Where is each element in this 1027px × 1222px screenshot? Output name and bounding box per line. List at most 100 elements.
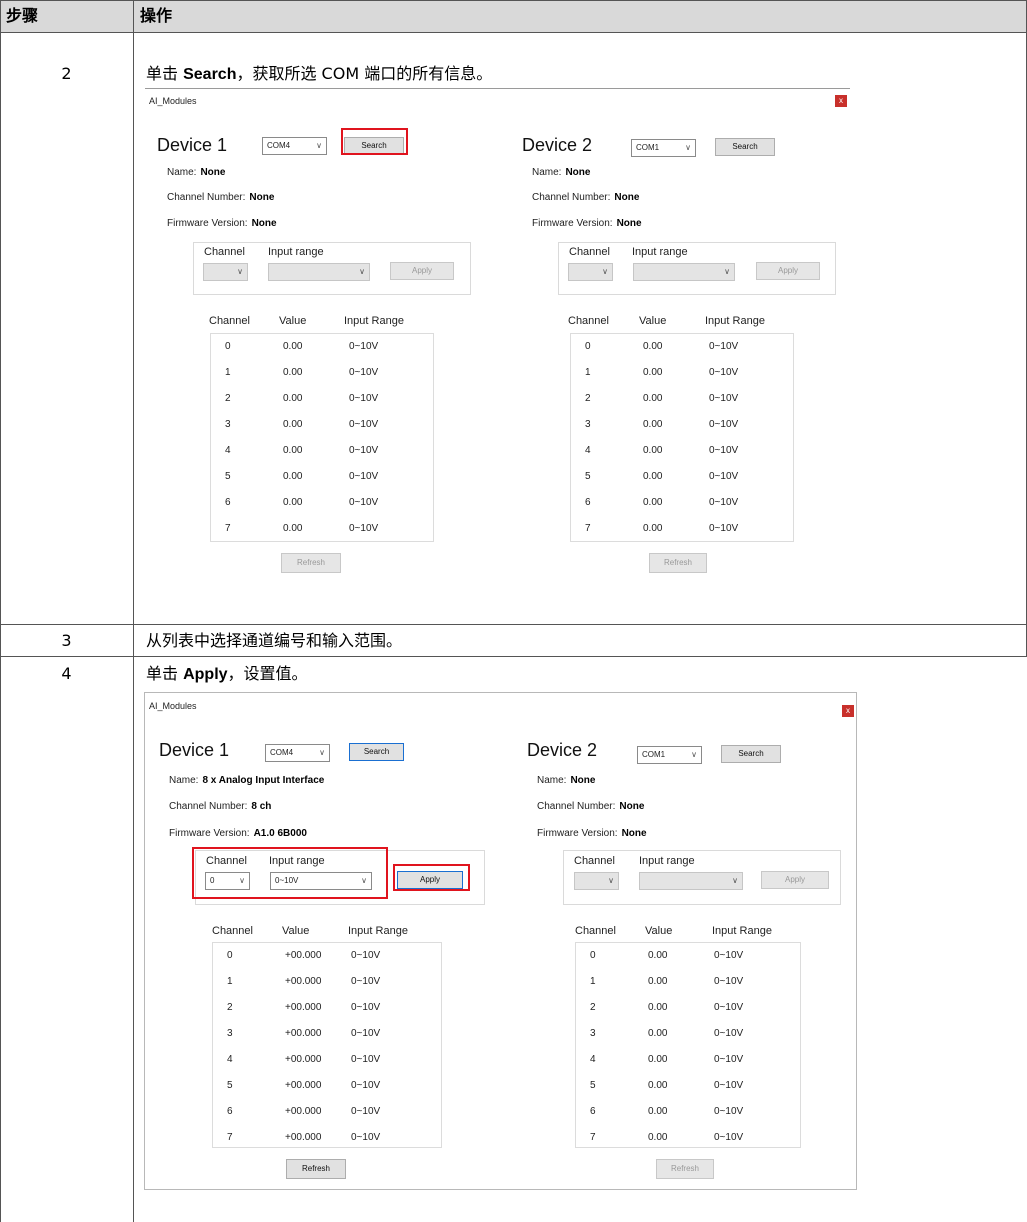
- row-value: 0.00: [643, 445, 663, 456]
- row-input-range: 0~10V: [714, 976, 744, 987]
- row-value: 0.00: [648, 1106, 668, 1117]
- column-header-value: Value: [279, 315, 307, 327]
- channel-label: Channel: [204, 246, 245, 258]
- row-input-range: 0~10V: [349, 523, 379, 534]
- name-value: 8 x Analog Input Interface: [202, 775, 325, 786]
- refresh-button[interactable]: Refresh: [649, 553, 707, 573]
- chevron-down-icon: ∨: [691, 750, 697, 759]
- input-range-select[interactable]: ∨: [633, 263, 735, 281]
- device-name-row: Name: None: [537, 775, 595, 786]
- channel-list[interactable]: 0 0.00 0~10V 1 0.00 0~10V 2 0.00 0~10V 3 0.00 0~10V…: [575, 942, 801, 1148]
- row-value: 0.00: [283, 445, 303, 456]
- row-channel: 0: [227, 950, 233, 961]
- channel-select[interactable]: ∨: [203, 263, 248, 281]
- firmware-value: None: [616, 218, 642, 229]
- column-header-input-range: Input Range: [344, 315, 404, 327]
- row-input-range: 0~10V: [714, 1080, 744, 1091]
- com-port-select[interactable]: COM4 ∨: [265, 744, 330, 762]
- firmware-row: Firmware Version: A1.0 6B000: [169, 828, 307, 839]
- row-value: 0.00: [643, 471, 663, 482]
- input-range-select[interactable]: ∨: [268, 263, 370, 281]
- row-value: 0.00: [283, 393, 303, 404]
- table-divider: [0, 624, 1027, 625]
- row-value: +00.000: [285, 1132, 322, 1143]
- com-port-select[interactable]: COM1 ∨: [631, 139, 696, 157]
- row-input-range: 0~10V: [714, 1054, 744, 1065]
- name-label: Name:: [537, 775, 567, 786]
- column-header-input-range: Input Range: [712, 925, 772, 937]
- row-input-range: 0~10V: [349, 367, 379, 378]
- column-header-channel: Channel: [209, 315, 250, 327]
- column-header-value: Value: [645, 925, 673, 937]
- row-input-range: 0~10V: [714, 1132, 744, 1143]
- apply-button[interactable]: Apply: [761, 871, 829, 889]
- apply-button[interactable]: Apply: [390, 262, 454, 280]
- row-input-range: 0~10V: [709, 445, 739, 456]
- com-port-select[interactable]: COM1 ∨: [637, 746, 702, 764]
- row-channel: 3: [227, 1028, 233, 1039]
- search-button[interactable]: Search: [721, 745, 781, 763]
- name-label: Name:: [167, 167, 197, 178]
- table-border-left: [0, 0, 1, 1222]
- row-value: +00.000: [285, 1028, 322, 1039]
- row-channel: 5: [585, 471, 591, 482]
- row-input-range: 0~10V: [709, 419, 739, 430]
- channel-select[interactable]: ∨: [568, 263, 613, 281]
- step-number: 2: [61, 64, 72, 83]
- device-name-row: Name: 8 x Analog Input Interface: [169, 775, 324, 786]
- name-label: Name:: [169, 775, 199, 786]
- row-input-range: 0~10V: [349, 471, 379, 482]
- row-input-range: 0~10V: [709, 471, 739, 482]
- row-value: 0.00: [648, 1080, 668, 1091]
- apply-button[interactable]: Apply: [756, 262, 820, 280]
- step-text: ，获取所选 COM 端口的所有信息。: [236, 64, 493, 83]
- close-icon[interactable]: x: [842, 705, 854, 717]
- row-input-range: 0~10V: [351, 950, 381, 961]
- row-input-range: 0~10V: [709, 523, 739, 534]
- channel-list[interactable]: 0 +00.000 0~10V 1 +00.000 0~10V 2 +00.000 0~10V 3…: [212, 942, 442, 1148]
- step-description: 单击 Search，获取所选 COM 端口的所有信息。: [146, 64, 492, 85]
- row-input-range: 0~10V: [709, 497, 739, 508]
- channel-list[interactable]: 0 0.00 0~10V 1 0.00 0~10V 2 0.00 0~10V 3 0.00 0~10V…: [570, 333, 794, 542]
- search-button[interactable]: Search: [715, 138, 775, 156]
- row-channel: 5: [225, 471, 231, 482]
- channel-number-row: Channel Number: None: [532, 192, 639, 203]
- com-port-value: COM1: [636, 143, 660, 152]
- channel-number-value: 8 ch: [251, 801, 272, 812]
- input-range-select[interactable]: ∨: [639, 872, 743, 890]
- row-channel: 3: [590, 1028, 596, 1039]
- chevron-down-icon: ∨: [316, 141, 322, 150]
- row-channel: 4: [590, 1054, 596, 1065]
- row-channel: 6: [590, 1106, 596, 1117]
- device-name-row: Name: None: [532, 167, 590, 178]
- row-input-range: 0~10V: [349, 419, 379, 430]
- row-value: 0.00: [643, 497, 663, 508]
- refresh-button[interactable]: Refresh: [656, 1159, 714, 1179]
- row-value: 0.00: [643, 341, 663, 352]
- device-title: Device 1: [157, 135, 228, 155]
- close-icon[interactable]: x: [835, 95, 847, 107]
- refresh-button[interactable]: Refresh: [281, 553, 341, 573]
- row-value: 0.00: [283, 471, 303, 482]
- channel-number-row: Channel Number: 8 ch: [169, 801, 271, 812]
- channel-number-value: None: [619, 801, 645, 812]
- row-channel: 3: [225, 419, 231, 430]
- row-value: 0.00: [283, 367, 303, 378]
- channel-select[interactable]: ∨: [574, 872, 619, 890]
- channel-number-value: None: [614, 192, 640, 203]
- row-channel: 5: [590, 1080, 596, 1091]
- chevron-down-icon: ∨: [608, 876, 614, 885]
- com-port-select[interactable]: COM4 ∨: [262, 137, 327, 155]
- search-button[interactable]: Search: [349, 743, 404, 761]
- row-value: +00.000: [285, 976, 322, 987]
- row-channel: 4: [585, 445, 591, 456]
- step-number: 4: [61, 664, 72, 683]
- row-channel: 0: [585, 341, 591, 352]
- column-header-input-range: Input Range: [348, 925, 408, 937]
- input-range-label: Input range: [632, 246, 688, 258]
- channel-list[interactable]: 0 0.00 0~10V 1 0.00 0~10V 2 0.00 0~10V 3 0.00 0~10V…: [210, 333, 434, 542]
- row-channel: 2: [227, 1002, 233, 1013]
- row-input-range: 0~10V: [351, 1028, 381, 1039]
- refresh-button[interactable]: Refresh: [286, 1159, 346, 1179]
- window-title: AI_Modules: [149, 96, 197, 106]
